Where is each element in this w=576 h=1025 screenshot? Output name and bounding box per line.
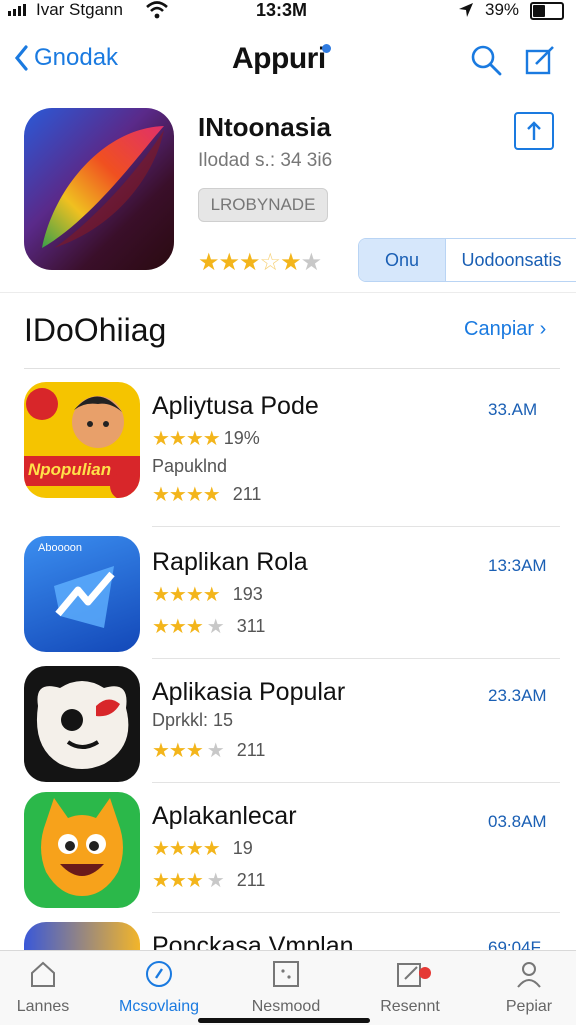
segment-open[interactable]: Onu bbox=[359, 239, 446, 281]
rating-text: 193 bbox=[232, 584, 263, 604]
tab-label: Pepiar bbox=[505, 998, 553, 1015]
divider bbox=[152, 526, 560, 527]
compass-icon bbox=[146, 961, 172, 987]
app-name: Raplikan Rola bbox=[152, 548, 308, 576]
app-name: Ponckasa Vmplan bbox=[152, 932, 354, 950]
app-rating: ★★★★ 193 bbox=[152, 584, 263, 606]
app-icon bbox=[24, 666, 140, 782]
app-icon bbox=[24, 922, 140, 950]
app-size: 03.8AM bbox=[488, 812, 547, 831]
divider bbox=[152, 912, 560, 913]
swirl-graphic bbox=[42, 126, 164, 248]
location-arrow-icon bbox=[459, 3, 473, 17]
tab-label: Lannes bbox=[16, 998, 70, 1015]
chevron-right-icon: › bbox=[539, 318, 547, 340]
app-size: 33.AM bbox=[488, 400, 538, 419]
tab-label: Nesmood bbox=[251, 998, 321, 1015]
divider bbox=[152, 782, 560, 783]
rating-text: 19 bbox=[232, 838, 253, 858]
home-icon bbox=[31, 961, 55, 987]
divider bbox=[0, 292, 576, 293]
notification-badge bbox=[419, 967, 431, 979]
back-label: Gnodak bbox=[34, 44, 119, 71]
app-review-count: ★★★★ 211 bbox=[152, 740, 266, 762]
chevron-left-icon bbox=[14, 45, 28, 71]
tab-label: Resennt bbox=[380, 998, 440, 1015]
rating-text: 19% bbox=[223, 428, 260, 448]
divider bbox=[152, 658, 560, 659]
app-size: 13:3AM bbox=[488, 556, 547, 575]
featured-rating: ★★★☆★★ bbox=[198, 249, 322, 276]
carrier-name: Ivar Stgann bbox=[36, 0, 123, 19]
wifi-icon bbox=[146, 1, 168, 19]
app-review-count: ★★★★ 211 bbox=[152, 484, 262, 506]
count-text: 311 bbox=[236, 616, 266, 636]
tab-label: Mcsovlaing bbox=[118, 998, 200, 1015]
app-developer: Dprkkl: 15 bbox=[152, 710, 234, 730]
app-icon: Npopulian bbox=[24, 382, 140, 498]
navigation-bar: Gnodak Appuri bbox=[0, 36, 576, 86]
share-icon bbox=[527, 121, 541, 140]
app-icon-text: Npopulian bbox=[28, 460, 112, 479]
app-rating: ★★★★ 19% bbox=[152, 428, 260, 450]
app-icon-text: Aboooon bbox=[38, 542, 83, 554]
status-bar: Ivar Stgann 13:3M 39% bbox=[0, 0, 576, 22]
app-icon: Aboooon bbox=[24, 536, 140, 652]
app-size: 23.3AM bbox=[488, 686, 547, 705]
clock: 13:3M bbox=[256, 0, 308, 20]
tab-profile[interactable]: Pepiar bbox=[474, 959, 576, 1016]
count-text: 211 bbox=[236, 740, 266, 760]
count-text: 211 bbox=[236, 870, 266, 890]
tab-bar: Lannes Mcsovlaing Nesmood Resennt Pepiar bbox=[0, 950, 576, 1025]
segment-updates[interactable]: Uodoonsatis bbox=[446, 239, 576, 281]
tab-updates[interactable]: Resennt bbox=[355, 959, 465, 1016]
app-name: Aplikasia Popular bbox=[152, 678, 346, 706]
app-name: Apliytusa Pode bbox=[152, 392, 319, 420]
tab-games[interactable]: Nesmood bbox=[231, 959, 341, 1016]
segmented-control: Onu Uodoonsatis bbox=[358, 238, 576, 282]
see-all-link[interactable]: Canpiar › bbox=[464, 318, 546, 341]
share-button[interactable] bbox=[514, 112, 554, 150]
app-review-count: ★★★ ★ 311 bbox=[152, 616, 266, 638]
battery-percent: 39% bbox=[485, 0, 520, 19]
featured-app-downloads: Ilodad s.: 34 3i6 bbox=[198, 150, 333, 171]
grid-icon bbox=[273, 961, 299, 987]
app-size: 69:04F bbox=[488, 938, 541, 950]
battery-icon bbox=[530, 2, 564, 20]
search-icon[interactable] bbox=[470, 44, 502, 76]
signal-icon bbox=[8, 4, 26, 16]
person-icon bbox=[517, 962, 541, 988]
featured-app-title: INtoonasia bbox=[198, 112, 331, 142]
see-all-label: Canpiar bbox=[464, 318, 535, 340]
get-button[interactable]: LROBYNADE bbox=[198, 188, 328, 222]
featured-app-icon[interactable] bbox=[24, 108, 174, 270]
app-icon bbox=[24, 792, 140, 908]
count-text: 211 bbox=[232, 484, 262, 504]
section-title: IDoOhiiag bbox=[24, 312, 167, 348]
list-item[interactable]: Ponckasa Vmplan 69:04F bbox=[0, 922, 576, 950]
app-review-count: ★★★★ 211 bbox=[152, 870, 266, 892]
page-title: Appuri bbox=[232, 42, 326, 75]
tab-home[interactable]: Lannes bbox=[0, 959, 98, 1016]
app-rating: ★★★★ 19 bbox=[152, 838, 253, 860]
back-button[interactable]: Gnodak bbox=[14, 44, 118, 72]
tab-explore[interactable]: Mcsovlaing bbox=[104, 959, 214, 1016]
home-indicator bbox=[198, 1018, 370, 1023]
compose-icon[interactable] bbox=[524, 44, 556, 76]
app-name: Aplakanlecar bbox=[152, 802, 297, 830]
app-developer: Papuklnd bbox=[152, 456, 228, 476]
divider bbox=[24, 368, 560, 369]
notification-dot bbox=[322, 44, 331, 53]
